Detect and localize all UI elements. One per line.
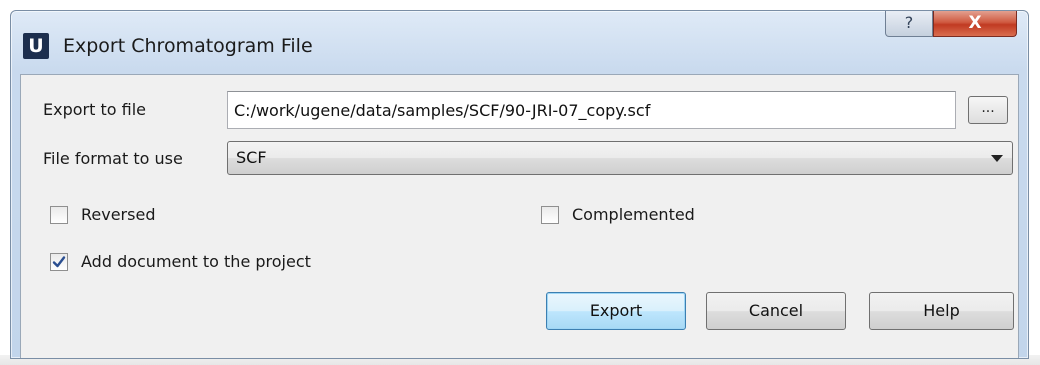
help-button[interactable]: Help (869, 292, 1014, 330)
dialog-title: Export Chromatogram File (63, 35, 313, 57)
checkmark-icon (52, 256, 66, 268)
close-button[interactable]: X (933, 11, 1017, 37)
file-format-label: File format to use (43, 149, 183, 168)
export-dialog: U Export Chromatogram File ? X Export to… (10, 10, 1029, 359)
file-format-value: SCF (236, 148, 267, 167)
browse-button[interactable]: ... (968, 96, 1008, 124)
title-help-button[interactable]: ? (885, 11, 933, 37)
cancel-button[interactable]: Cancel (706, 292, 846, 330)
export-path-input[interactable] (227, 91, 956, 129)
file-format-select[interactable]: SCF (227, 141, 1013, 175)
add-to-project-label: Add document to the project (81, 252, 311, 271)
add-to-project-checkbox[interactable] (50, 253, 68, 271)
complemented-label: Complemented (572, 205, 695, 224)
title-bar[interactable]: U Export Chromatogram File ? X (11, 11, 1028, 73)
reversed-label: Reversed (81, 205, 156, 224)
export-to-file-label: Export to file (43, 100, 146, 119)
dialog-body: Export to file ... File format to use SC… (20, 74, 1019, 358)
export-button[interactable]: Export (546, 292, 686, 330)
reversed-checkbox[interactable] (50, 206, 68, 224)
chevron-down-icon (991, 155, 1003, 162)
app-icon: U (23, 33, 49, 59)
complemented-checkbox[interactable] (541, 206, 559, 224)
